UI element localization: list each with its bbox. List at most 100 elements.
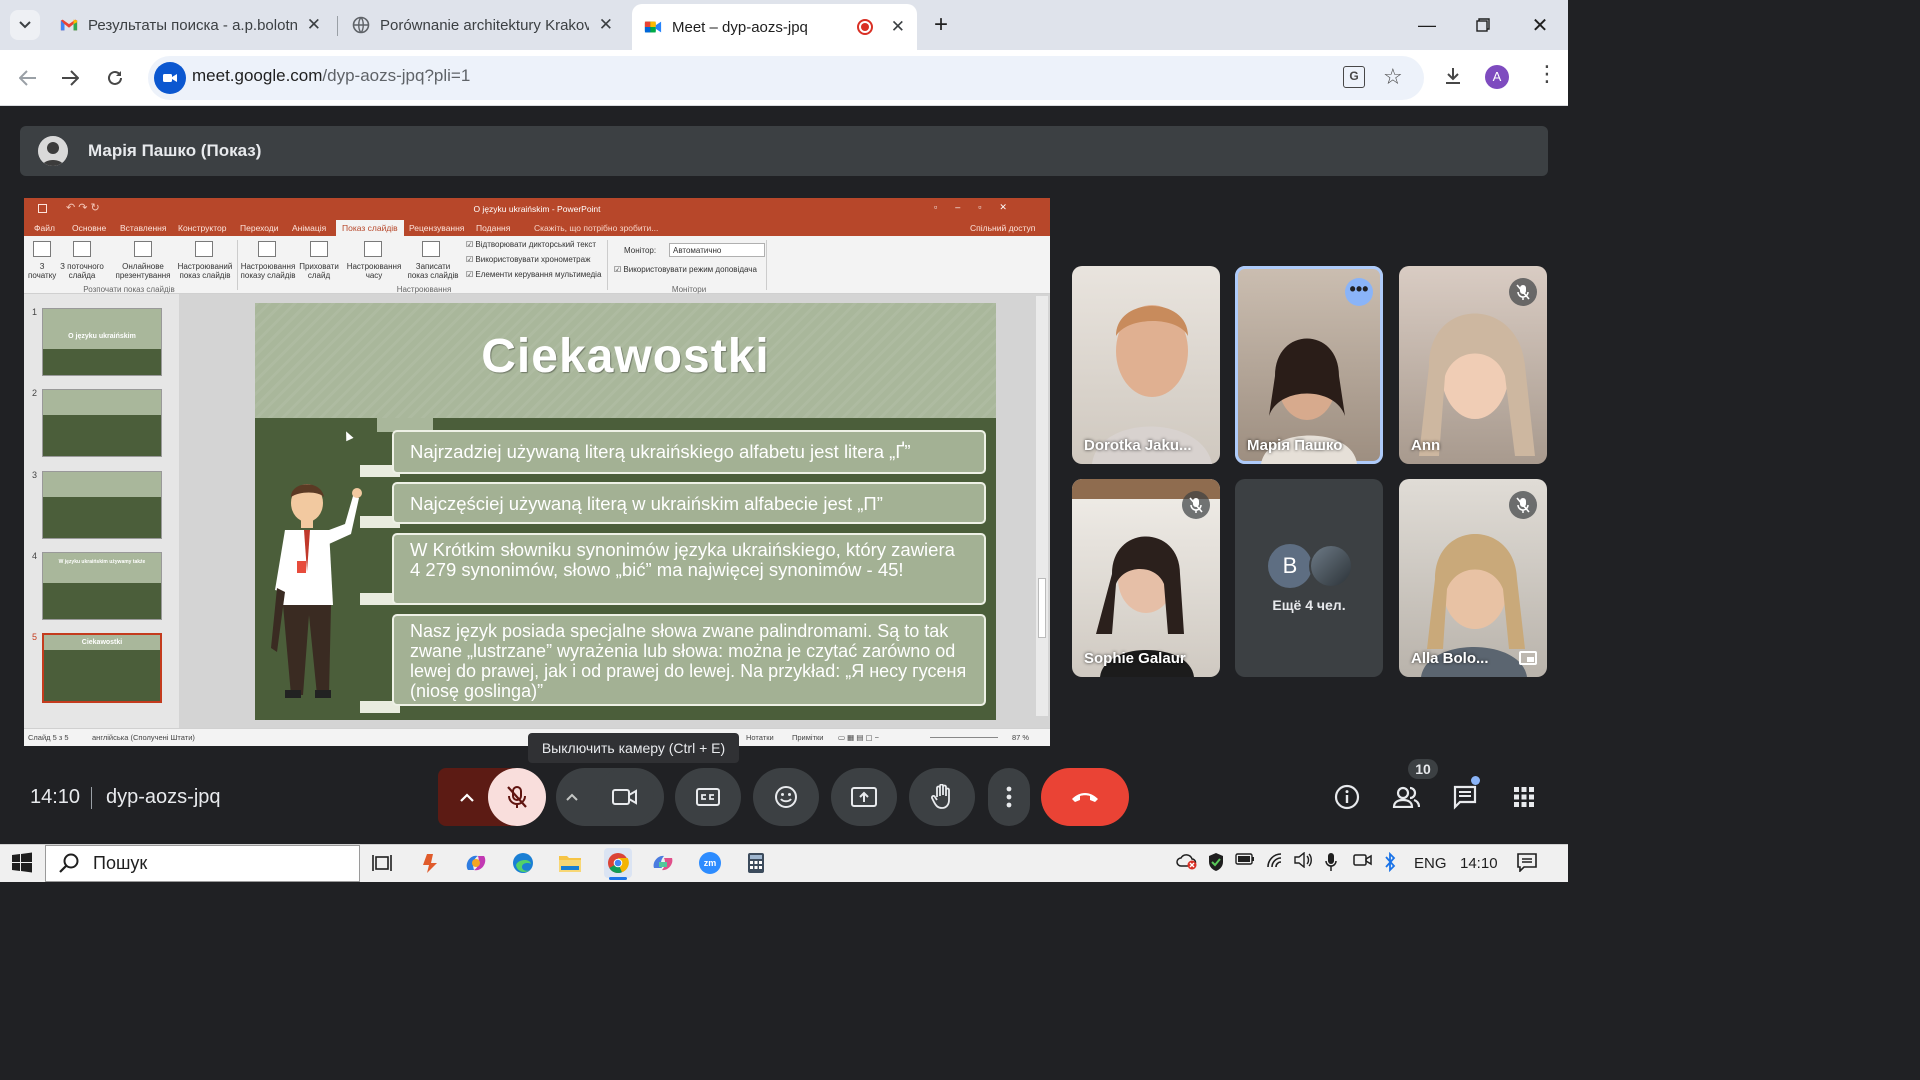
app-icon-microsoft365[interactable]: [463, 850, 489, 876]
camera-toggle-button[interactable]: [596, 768, 654, 826]
cloud-sync-error-icon[interactable]: [1176, 852, 1198, 874]
app-icon-chrome[interactable]: [604, 848, 632, 878]
participant-tile[interactable]: Alla Bolo...: [1399, 479, 1547, 677]
ribbon-button[interactable]: Настроювання часу: [342, 262, 406, 280]
translate-icon[interactable]: G: [1343, 66, 1365, 88]
app-icon-edge[interactable]: [510, 850, 536, 876]
more-options-button[interactable]: [988, 768, 1030, 826]
ppt-tab[interactable]: Файл: [34, 223, 55, 233]
volume-icon[interactable]: [1293, 851, 1313, 872]
video-options-button[interactable]: [556, 768, 664, 826]
browser-menu-icon[interactable]: ⋮: [1536, 63, 1558, 85]
microphone-in-use-icon[interactable]: [1325, 852, 1337, 876]
participant-tile-active-speaker[interactable]: ••• Марія Пашко: [1235, 266, 1383, 464]
tab-search-button[interactable]: [10, 10, 40, 40]
profile-avatar[interactable]: A: [1485, 65, 1509, 89]
ribbon-checkbox[interactable]: ☑ Відтворювати дикторський текст: [466, 240, 596, 249]
app-icon-copilot[interactable]: [417, 850, 443, 876]
participant-tile[interactable]: Dorotka Jaku...: [1072, 266, 1220, 464]
ribbon-checkbox[interactable]: ☑ Елементи керування мультимедіа: [466, 270, 601, 279]
restore-button[interactable]: [1468, 10, 1498, 40]
slide-thumbnail-4[interactable]: W języku ukraińskim używamy także: [42, 552, 162, 620]
back-button[interactable]: [12, 62, 44, 94]
participant-tile[interactable]: Ann: [1399, 266, 1547, 464]
bookmark-star-icon[interactable]: ☆: [1383, 64, 1403, 90]
chat-button[interactable]: [1444, 776, 1486, 818]
new-tab-button[interactable]: +: [926, 10, 956, 40]
ppt-tell-me[interactable]: Скажіть, що потрібно зробити...: [534, 223, 658, 233]
ribbon-button[interactable]: З поточного слайда: [58, 262, 106, 280]
ppt-tab-active[interactable]: Показ слайдів: [336, 220, 404, 236]
captions-button[interactable]: [675, 768, 741, 826]
slide-thumbnail-5[interactable]: Ciekawostki: [42, 633, 162, 703]
ppt-tab[interactable]: Анімація: [292, 223, 326, 233]
ribbon-button[interactable]: Записати показ слайдів: [406, 262, 460, 280]
app-icon-zoom[interactable]: zm: [697, 850, 723, 876]
url-text[interactable]: meet.google.com/dyp-aozs-jpq?pli=1: [192, 66, 470, 86]
participant-tile[interactable]: Sophie Galaur: [1072, 479, 1220, 677]
more-participants-tile[interactable]: B Ещё 4 чел.: [1235, 479, 1383, 677]
reactions-button[interactable]: [753, 768, 819, 826]
comments-button[interactable]: Примітки: [792, 733, 823, 742]
vertical-scrollbar[interactable]: [1036, 296, 1048, 716]
ribbon-button[interactable]: Онлайнове презентування: [110, 262, 176, 280]
ppt-tab[interactable]: Рецензування: [409, 223, 464, 233]
reload-button[interactable]: [99, 62, 131, 94]
ribbon-button[interactable]: Настроюваний показ слайдів: [174, 262, 236, 280]
raise-hand-button[interactable]: [909, 768, 975, 826]
camera-in-use-icon[interactable]: [1353, 852, 1373, 872]
meeting-info-button[interactable]: [1326, 776, 1368, 818]
ppt-tab[interactable]: Переходи: [240, 223, 279, 233]
ppt-tab[interactable]: Конструктор: [178, 223, 226, 233]
ppt-share[interactable]: Спільний доступ: [970, 223, 1035, 233]
tab-meet[interactable]: Meet – dyp-aozs-jpq ✕: [632, 4, 917, 50]
more-options-icon[interactable]: •••: [1345, 278, 1373, 306]
ppt-tab[interactable]: Вставлення: [120, 223, 166, 233]
present-screen-button[interactable]: [831, 768, 897, 826]
minimize-button[interactable]: —: [1412, 10, 1442, 40]
notes-button[interactable]: Нотатки: [746, 733, 774, 742]
close-icon[interactable]: ✕: [307, 15, 321, 35]
people-button[interactable]: [1385, 776, 1427, 818]
ribbon-checkbox[interactable]: ☑ Використовувати режим доповідача: [614, 265, 757, 274]
download-icon[interactable]: [1443, 66, 1463, 91]
zoom-slider[interactable]: [930, 737, 998, 738]
view-buttons[interactable]: ▭ ▦ ▤ ▢ −: [838, 733, 879, 742]
system-clock[interactable]: 14:10: [1460, 855, 1498, 872]
slide-thumbnail-2[interactable]: [42, 389, 162, 457]
defender-shield-icon[interactable]: [1207, 852, 1225, 876]
app-icon-file-explorer[interactable]: [557, 850, 583, 876]
tab-gmail[interactable]: Результаты поиска - a.p.bolotn ✕: [48, 6, 333, 44]
forward-button[interactable]: [54, 62, 86, 94]
app-icon-m365[interactable]: [650, 850, 676, 876]
zoom-level[interactable]: 87 %: [1012, 733, 1029, 742]
close-icon[interactable]: ✕: [891, 17, 905, 37]
ribbon-button[interactable]: Приховати слайд: [298, 262, 340, 280]
windows-start-icon[interactable]: [9, 850, 35, 876]
app-icon-calculator[interactable]: [743, 850, 769, 876]
chevron-up-icon: [566, 793, 578, 801]
slide-thumbnail-1[interactable]: O języku ukraińskim: [42, 308, 162, 376]
bluetooth-icon[interactable]: [1383, 851, 1397, 876]
close-icon[interactable]: ✕: [599, 15, 613, 35]
battery-icon[interactable]: [1235, 852, 1255, 870]
ppt-tab[interactable]: Подання: [476, 223, 510, 233]
ppt-tab[interactable]: Основне: [72, 223, 106, 233]
ribbon-button[interactable]: Настроювання показу слайдів: [238, 262, 298, 280]
site-info-button[interactable]: [154, 62, 186, 94]
task-view-icon[interactable]: [369, 850, 395, 876]
input-language[interactable]: ENG: [1414, 855, 1447, 872]
close-window-button[interactable]: ✕: [1525, 10, 1555, 40]
activities-button[interactable]: [1503, 776, 1545, 818]
wifi-icon[interactable]: [1266, 852, 1286, 872]
ribbon-checkbox[interactable]: ☑ Використовувати хронометраж: [466, 255, 590, 264]
microphone-toggle-button[interactable]: [488, 768, 546, 826]
slide-title: Ciekawostki: [481, 330, 770, 383]
picture-in-picture-icon[interactable]: [1519, 651, 1537, 665]
ribbon-button[interactable]: З початку: [28, 262, 56, 280]
monitor-select[interactable]: Автоматично: [669, 243, 765, 257]
tab-porownanie[interactable]: Porównanie architektury Krakov ✕: [340, 6, 625, 44]
notifications-icon[interactable]: [1516, 852, 1538, 876]
slide-thumbnail-3[interactable]: [42, 471, 162, 539]
leave-call-button[interactable]: [1041, 768, 1129, 826]
